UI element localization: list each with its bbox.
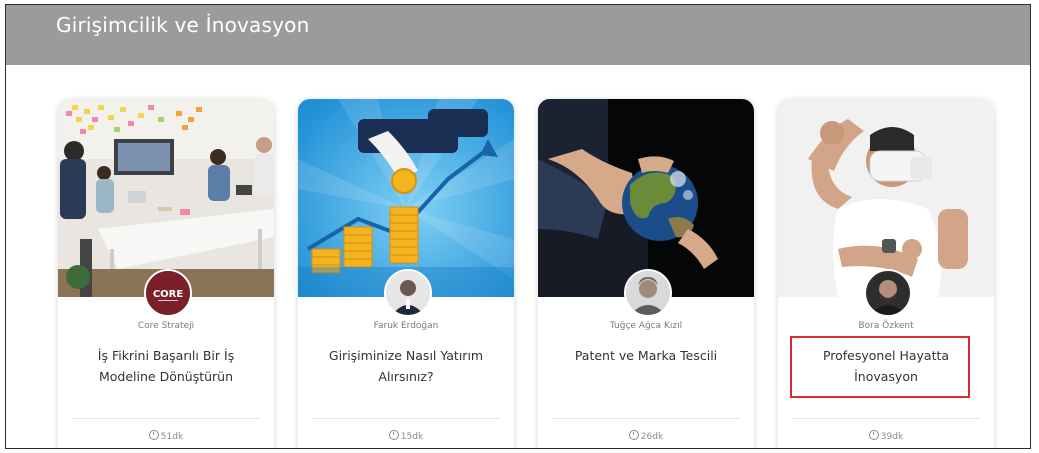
course-title[interactable]: Patent ve Marka Tescili: [552, 345, 740, 366]
clock-icon: [628, 430, 639, 440]
course-title-line: Girişiminize Nasıl Yatırım: [328, 348, 484, 363]
course-duration: 15dk: [298, 430, 514, 442]
author-name: Bora Özkent: [858, 321, 914, 331]
author-avatar: CORE: [144, 269, 192, 317]
course-title-line: Patent ve Marka Tescili: [574, 348, 718, 363]
clock-icon: [388, 430, 399, 440]
course-card[interactable]: Bora Özkent Profesyonel Hayatta İnovasyo…: [778, 99, 994, 448]
duration-value: 39dk: [880, 432, 904, 442]
core-logo: CORE: [153, 289, 184, 300]
course-title-line: İş Fikrini Başarılı Bir İş: [97, 348, 235, 363]
course-duration: 51dk: [58, 430, 274, 442]
course-duration: 26dk: [538, 430, 754, 442]
divider: [72, 418, 260, 419]
course-title-line: Alırsınız?: [378, 369, 434, 384]
course-title-line: Modeline Dönüştürün: [98, 369, 234, 384]
divider: [792, 418, 980, 419]
duration-value: 51dk: [160, 432, 184, 442]
section-title: Girişimcilik ve İnovasyon: [56, 13, 310, 37]
divider: [312, 418, 500, 419]
highlight-box: [790, 336, 970, 398]
author-avatar: [624, 269, 672, 317]
course-duration: 39dk: [778, 430, 994, 442]
course-title[interactable]: Girişiminize Nasıl Yatırım Alırsınız?: [312, 345, 500, 387]
course-thumbnail: [538, 99, 754, 297]
section-header: Girişimcilik ve İnovasyon: [6, 5, 1030, 65]
author-avatar: [864, 269, 912, 317]
course-thumbnail: [58, 99, 274, 297]
course-thumbnail: [298, 99, 514, 297]
clock-icon: [868, 430, 879, 440]
author-avatar: [384, 269, 432, 317]
duration-value: 26dk: [640, 432, 664, 442]
course-title[interactable]: İş Fikrini Başarılı Bir İş Modeline Dönü…: [72, 345, 260, 387]
author-name: Faruk Erdoğan: [373, 321, 439, 331]
duration-value: 15dk: [400, 432, 424, 442]
clock-icon: [148, 430, 159, 440]
author-name: Tuğçe Ağca Kızıl: [609, 321, 683, 331]
divider: [552, 418, 740, 419]
course-card[interactable]: Faruk Erdoğan Girişiminize Nasıl Yatırım…: [298, 99, 514, 448]
course-card[interactable]: CORE Core Strateji İş Fikrini Başarılı B…: [58, 99, 274, 448]
course-section: Girişimcilik ve İnovasyon CORE Core Stra…: [5, 4, 1031, 449]
course-card[interactable]: Tuğçe Ağca Kızıl Patent ve Marka Tescili…: [538, 99, 754, 448]
course-thumbnail: [778, 99, 994, 297]
author-name: Core Strateji: [137, 321, 195, 331]
